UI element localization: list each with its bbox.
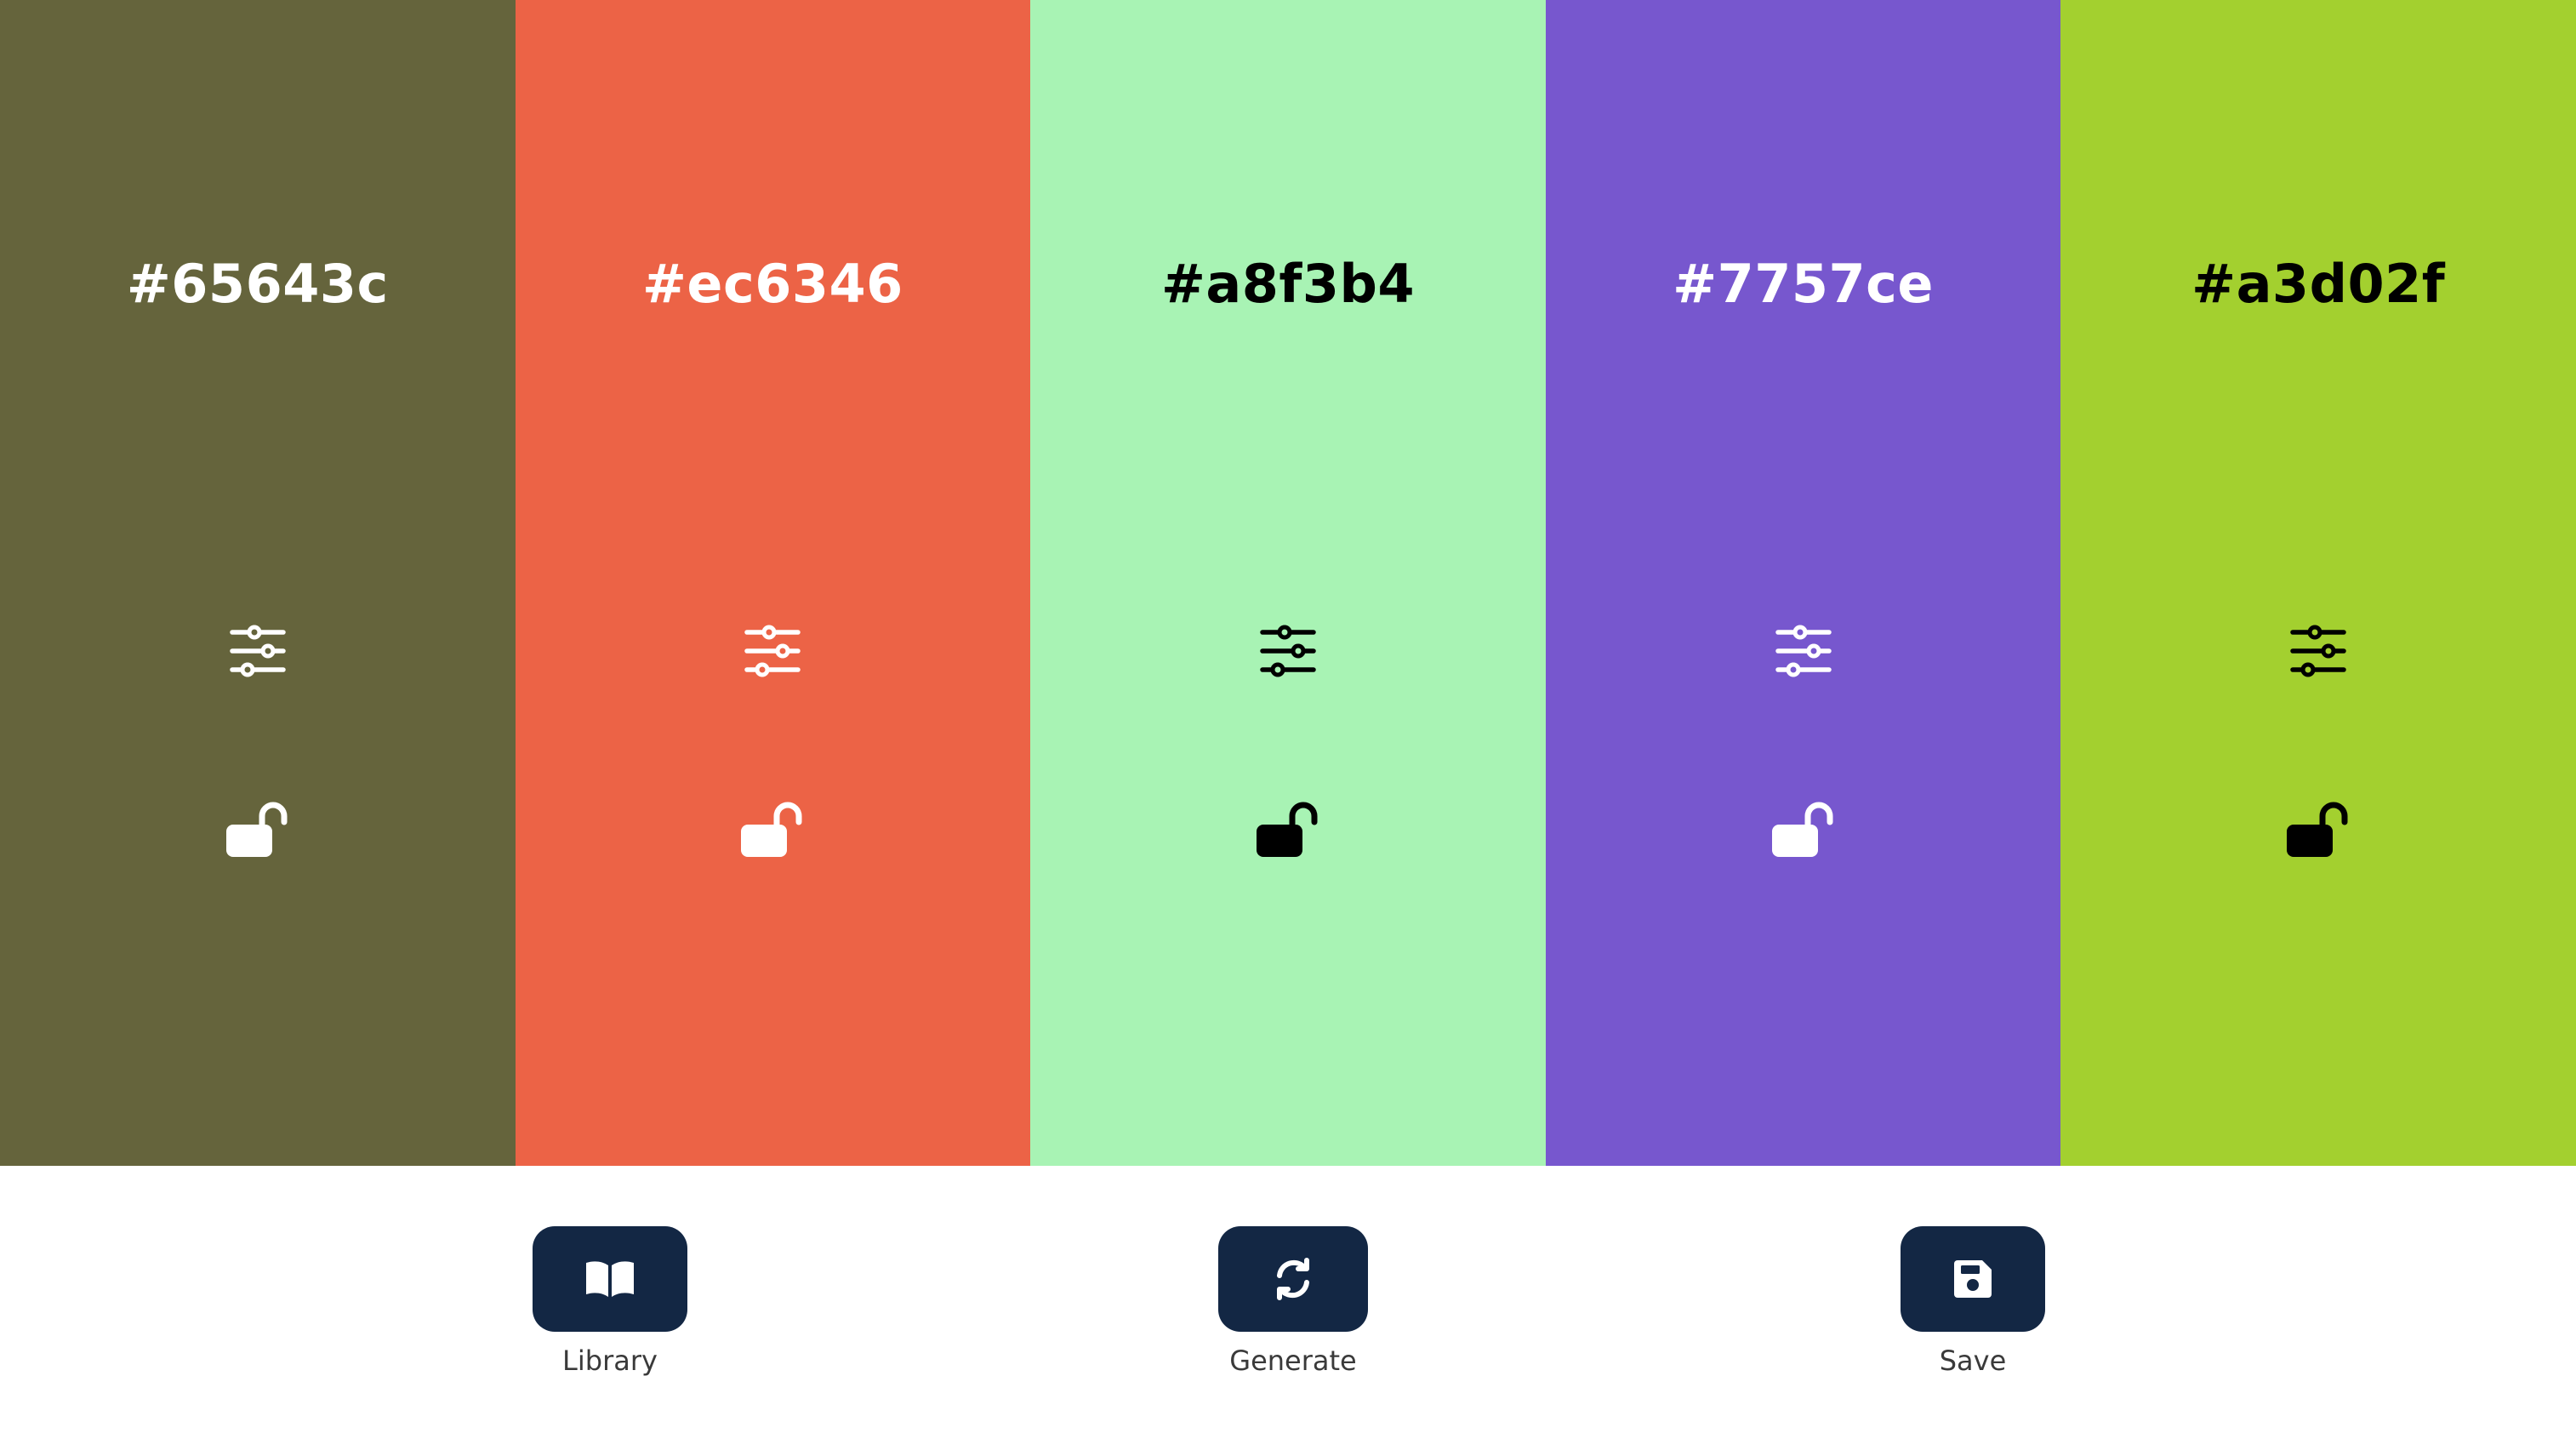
color-swatch-1[interactable]: #65643c xyxy=(0,0,516,1166)
lock-toggle[interactable] xyxy=(732,789,813,871)
generate-label: Generate xyxy=(1229,1345,1357,1377)
lock-open-icon xyxy=(1771,802,1833,857)
color-swatch-2[interactable]: #ec6346 xyxy=(515,0,1031,1166)
save-label: Save xyxy=(1939,1345,2007,1377)
lock-toggle[interactable] xyxy=(1247,789,1329,871)
bottom-toolbar: Library Generate Save xyxy=(0,1166,2576,1456)
sliders-icon xyxy=(1260,625,1316,677)
lock-toggle[interactable] xyxy=(217,789,299,871)
save-button[interactable] xyxy=(1901,1226,2045,1332)
hex-code[interactable]: #a3d02f xyxy=(2060,248,2576,320)
sliders-icon xyxy=(2290,625,2346,677)
hex-code[interactable]: #a8f3b4 xyxy=(1030,248,1546,320)
book-open-icon xyxy=(586,1261,634,1297)
lock-open-icon xyxy=(2287,802,2348,857)
adjust-button[interactable] xyxy=(2277,610,2359,692)
lock-open-icon xyxy=(741,802,802,857)
floppy-disk-icon xyxy=(1954,1260,1992,1298)
generate-tool: Generate xyxy=(1218,1226,1368,1378)
save-tool: Save xyxy=(1901,1226,2045,1378)
sliders-icon xyxy=(230,625,286,677)
hex-code[interactable]: #ec6346 xyxy=(516,248,1031,320)
lock-toggle[interactable] xyxy=(2277,789,2359,871)
sliders-icon xyxy=(1775,625,1832,677)
hex-code[interactable]: #7757ce xyxy=(1546,248,2061,320)
sliders-icon xyxy=(744,625,801,677)
adjust-button[interactable] xyxy=(732,610,813,692)
color-swatch-5[interactable]: #a3d02f xyxy=(2060,0,2576,1166)
refresh-icon xyxy=(1277,1258,1309,1300)
adjust-button[interactable] xyxy=(1247,610,1329,692)
generate-button[interactable] xyxy=(1218,1226,1368,1332)
lock-open-icon xyxy=(225,802,288,857)
color-swatch-3[interactable]: #a8f3b4 xyxy=(1030,0,1546,1166)
lock-open-icon xyxy=(1256,802,1318,857)
adjust-button[interactable] xyxy=(217,610,299,692)
hex-code[interactable]: #65643c xyxy=(0,248,516,320)
library-button[interactable] xyxy=(533,1226,687,1332)
color-swatch-4[interactable]: #7757ce xyxy=(1545,0,2061,1166)
palette: #65643c #ec6346 #a8f3b4 #7757ce #a3d02f xyxy=(0,0,2576,1166)
lock-toggle[interactable] xyxy=(1763,789,1844,871)
adjust-button[interactable] xyxy=(1763,610,1844,692)
library-tool: Library xyxy=(533,1226,687,1378)
library-label: Library xyxy=(562,1345,658,1377)
